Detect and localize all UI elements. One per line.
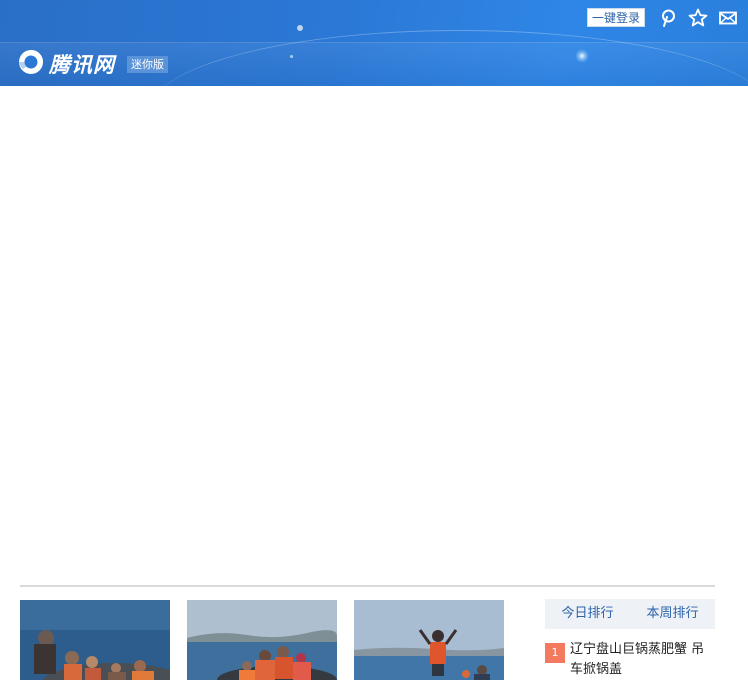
tab-today-ranking[interactable]: 今日排行 [545, 599, 630, 629]
ranking-tabs: 今日排行 本周排行 [545, 599, 715, 629]
section-divider [20, 585, 715, 587]
site-name: 腾讯网 [49, 53, 115, 77]
header-banner: 腾讯网 迷你版 一键登录 [0, 0, 748, 86]
header-star-decoration [290, 55, 293, 58]
pin-icon[interactable] [658, 8, 678, 28]
tab-weekly-ranking[interactable]: 本周排行 [630, 599, 715, 629]
ranking-headline-link[interactable]: 辽宁盘山巨锅蒸肥蟹 吊车掀锅盖 [570, 640, 717, 680]
news-photo-1[interactable] [20, 600, 170, 680]
header-glow-decoration [575, 49, 589, 63]
tencent-logo-icon [17, 48, 45, 76]
header-star-decoration [297, 25, 303, 31]
rank-number-badge: 1 [545, 643, 565, 663]
star-icon[interactable] [688, 8, 708, 28]
news-photo-2[interactable] [187, 600, 337, 680]
edition-tag: 迷你版 [127, 56, 168, 73]
header-arc-decoration [150, 30, 748, 86]
news-photo-3[interactable] [354, 600, 504, 680]
mail-icon[interactable] [718, 8, 738, 28]
one-click-login-button[interactable]: 一键登录 [587, 8, 645, 27]
